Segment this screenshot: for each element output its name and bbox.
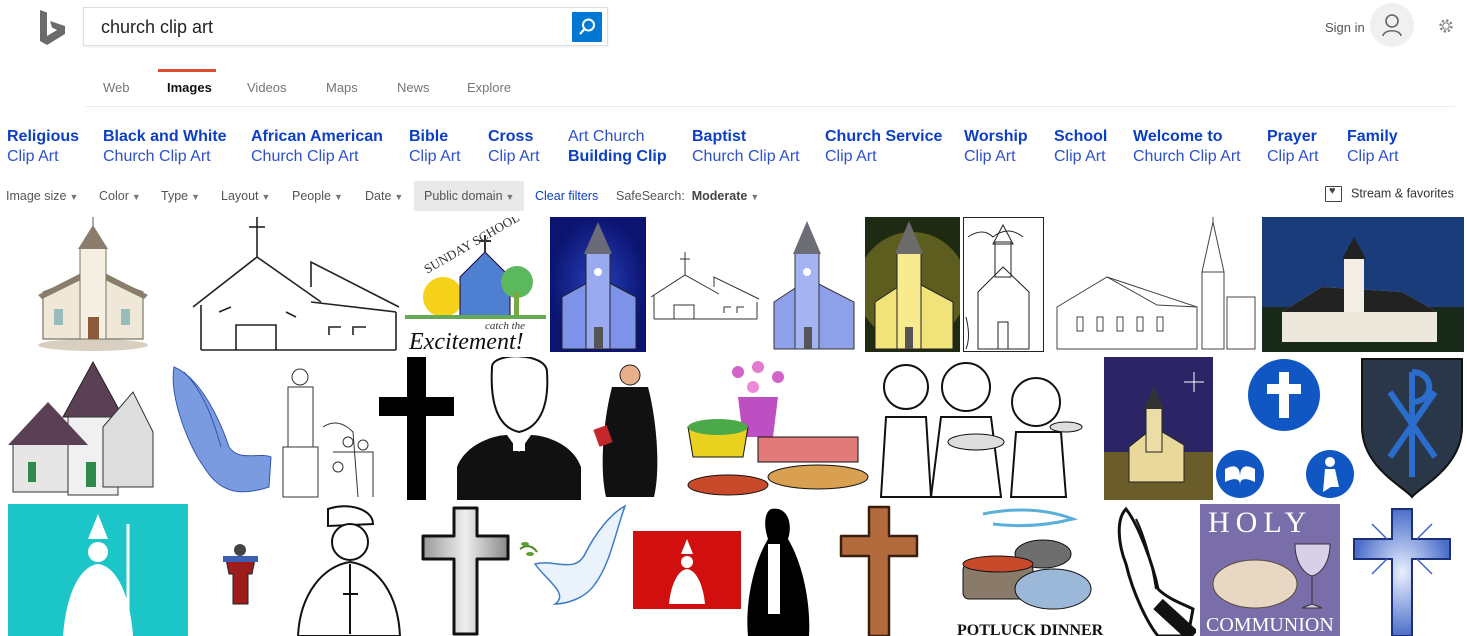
image-result[interactable] bbox=[550, 217, 646, 352]
scope-tabs: Web Images Videos Maps News Explore bbox=[0, 68, 1467, 107]
image-result[interactable] bbox=[963, 217, 1044, 352]
image-result[interactable] bbox=[218, 504, 263, 636]
related-search-item[interactable]: Bible Clip Art bbox=[409, 127, 461, 167]
stream-favorites-link[interactable]: Stream & favorites bbox=[1325, 185, 1454, 202]
chevron-down-icon: ▼ bbox=[394, 192, 404, 202]
gear-icon[interactable] bbox=[1437, 17, 1455, 35]
image-result[interactable] bbox=[865, 217, 960, 352]
chevron-down-icon: ▼ bbox=[191, 192, 201, 202]
image-result[interactable] bbox=[1215, 357, 1357, 500]
image-result[interactable] bbox=[1262, 217, 1464, 352]
image-result[interactable] bbox=[457, 357, 581, 500]
clear-filters-link[interactable]: Clear filters bbox=[535, 181, 598, 211]
image-result[interactable] bbox=[379, 357, 454, 500]
tab-news[interactable]: News bbox=[397, 80, 430, 95]
image-result[interactable] bbox=[743, 504, 813, 636]
filter-date[interactable]: Date ▼ bbox=[365, 181, 403, 211]
related-search-item[interactable]: Welcome to Church Clip Art bbox=[1133, 127, 1241, 167]
filter-color[interactable]: Color ▼ bbox=[99, 181, 141, 211]
related-search-item[interactable]: Family Clip Art bbox=[1347, 127, 1399, 167]
image-result[interactable] bbox=[678, 357, 873, 500]
tab-maps[interactable]: Maps bbox=[326, 80, 358, 95]
search-input[interactable] bbox=[101, 15, 561, 39]
image-result[interactable] bbox=[764, 217, 862, 352]
chevron-down-icon: ▼ bbox=[750, 192, 760, 202]
image-result[interactable] bbox=[288, 504, 408, 636]
svg-text:HOLY: HOLY bbox=[1208, 506, 1312, 539]
filter-people[interactable]: People ▼ bbox=[292, 181, 343, 211]
filter-layout[interactable]: Layout ▼ bbox=[221, 181, 270, 211]
chevron-down-icon: ▼ bbox=[69, 192, 79, 202]
related-search-item[interactable]: Cross Clip Art bbox=[488, 127, 540, 167]
image-result[interactable] bbox=[515, 504, 630, 636]
stream-favorites-icon bbox=[1325, 185, 1342, 202]
tab-web[interactable]: Web bbox=[103, 80, 130, 95]
image-result[interactable] bbox=[418, 504, 513, 636]
tab-images[interactable]: Images bbox=[167, 80, 212, 95]
related-search-item[interactable]: Black and White Church Clip Art bbox=[103, 127, 227, 167]
image-result[interactable] bbox=[159, 357, 275, 500]
filter-type[interactable]: Type ▼ bbox=[161, 181, 200, 211]
tab-explore[interactable]: Explore bbox=[467, 80, 511, 95]
svg-text:POTLUCK DINNER: POTLUCK DINNER bbox=[957, 622, 1104, 636]
image-result[interactable] bbox=[1047, 217, 1258, 352]
safesearch-dropdown[interactable]: SafeSearch: Moderate ▼ bbox=[616, 181, 759, 211]
sign-in-link[interactable]: Sign in bbox=[1325, 20, 1365, 35]
image-result[interactable]: POTLUCK DINNER bbox=[953, 504, 1104, 636]
image-result[interactable] bbox=[839, 504, 919, 636]
image-result[interactable]: SUNDAY SCHOOL catch the Excitement! bbox=[405, 217, 546, 352]
image-result[interactable]: HOLY COMMUNION bbox=[1200, 504, 1340, 636]
search-icon bbox=[579, 18, 595, 35]
divider bbox=[86, 106, 1455, 107]
image-result[interactable] bbox=[1104, 357, 1213, 500]
related-search-item[interactable]: Prayer Clip Art bbox=[1267, 127, 1319, 167]
related-search-item[interactable]: Worship Clip Art bbox=[964, 127, 1028, 167]
image-result[interactable] bbox=[278, 357, 378, 500]
image-result[interactable] bbox=[8, 504, 188, 636]
related-search-item[interactable]: Church Service Clip Art bbox=[825, 127, 942, 167]
image-result[interactable] bbox=[584, 357, 676, 500]
avatar[interactable] bbox=[1370, 3, 1414, 47]
active-tab-indicator bbox=[158, 69, 216, 72]
image-result[interactable] bbox=[191, 217, 400, 352]
image-result[interactable] bbox=[1108, 504, 1196, 636]
bing-logo[interactable] bbox=[38, 10, 68, 46]
image-result[interactable] bbox=[1360, 357, 1464, 500]
filter-bar: Image size ▼ Color ▼ Type ▼ Layout ▼ People ▼… bbox=[0, 181, 1467, 211]
tab-videos[interactable]: Videos bbox=[247, 80, 287, 95]
image-result[interactable] bbox=[8, 217, 190, 352]
related-search-item[interactable]: School Clip Art bbox=[1054, 127, 1107, 167]
image-result[interactable] bbox=[8, 357, 155, 500]
related-search-item[interactable]: Baptist Church Clip Art bbox=[692, 127, 800, 167]
chevron-down-icon: ▼ bbox=[505, 192, 515, 202]
chevron-down-icon: ▼ bbox=[131, 192, 141, 202]
related-search-item[interactable]: Art Church Building Clip bbox=[568, 127, 667, 167]
image-result[interactable] bbox=[633, 504, 741, 636]
avatar-icon bbox=[1382, 14, 1402, 37]
image-result[interactable] bbox=[876, 357, 1098, 500]
related-search-item[interactable]: Religious Clip Art bbox=[7, 127, 79, 167]
filter-license[interactable]: Public domain ▼ bbox=[414, 181, 525, 211]
chevron-down-icon: ▼ bbox=[261, 192, 271, 202]
search-box bbox=[83, 7, 608, 46]
svg-text:Excitement!: Excitement! bbox=[408, 329, 524, 352]
image-result[interactable] bbox=[1352, 504, 1452, 636]
image-result[interactable] bbox=[649, 217, 761, 352]
search-button[interactable] bbox=[572, 12, 602, 42]
filter-image-size[interactable]: Image size ▼ bbox=[6, 181, 78, 211]
svg-text:COMMUNION: COMMUNION bbox=[1206, 614, 1334, 636]
chevron-down-icon: ▼ bbox=[333, 192, 343, 202]
related-search-item[interactable]: African American Church Clip Art bbox=[251, 127, 383, 167]
